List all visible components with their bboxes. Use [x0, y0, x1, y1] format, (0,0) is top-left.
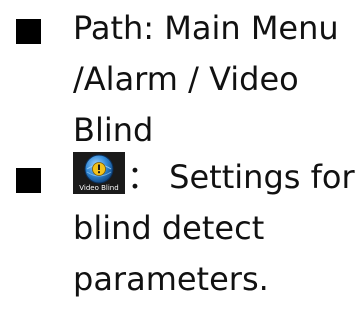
text-line: blind detect — [73, 209, 265, 247]
text-line: /Alarm / Video — [73, 60, 299, 98]
text-line: Path: Main Menu — [73, 9, 339, 47]
bullet-square — [16, 19, 41, 44]
icon-label: Video Blind — [79, 184, 119, 192]
text-line: ： Settings for — [127, 158, 355, 196]
text-line: parameters. — [73, 260, 269, 298]
bullet-square — [16, 168, 41, 193]
video-blind-icon: Video Blind — [73, 152, 125, 194]
list-item: Path: Main Menu /Alarm / Video Blind — [0, 0, 356, 152]
list-item-text: Path: Main Menu /Alarm / Video Blind — [73, 3, 353, 156]
list-item: Video Blind ： Settings for blind detect … — [0, 152, 356, 314]
text-line: Blind — [73, 111, 154, 149]
